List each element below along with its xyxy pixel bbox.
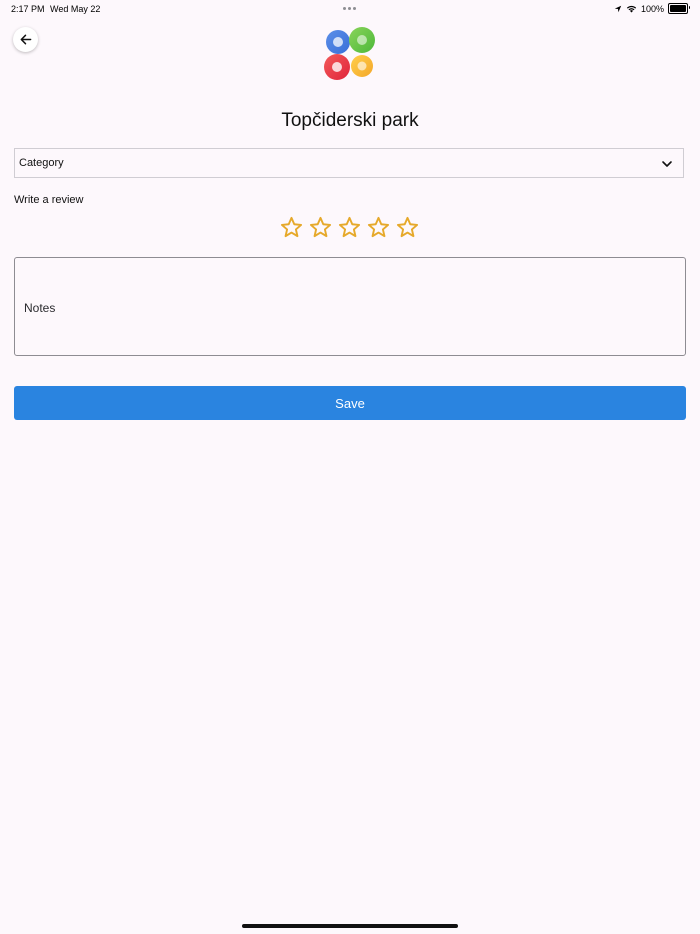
arrow-left-icon [20,34,32,45]
star-icon[interactable] [309,216,332,239]
battery-percent: 100% [640,3,664,14]
wifi-icon [626,5,637,13]
star-rating [280,216,419,239]
status-indicators: 100% [614,3,690,14]
star-icon[interactable] [396,216,419,239]
chevron-down-icon [662,161,672,167]
back-button[interactable] [13,27,38,52]
category-dropdown[interactable]: Category [14,148,684,178]
four-petal-logo-icon [324,27,375,80]
status-bar: 2:17 PM Wed May 22 100% [0,0,700,18]
notes-field[interactable]: Notes [14,257,686,356]
category-label: Category [19,157,64,169]
notes-placeholder: Notes [24,301,56,315]
multitasking-dots-icon[interactable] [343,7,356,10]
status-time: 2:17 PM [11,4,45,14]
write-review-label: Write a review [14,194,84,206]
battery-icon [668,3,690,14]
status-date: Wed May 22 [50,4,101,14]
location-arrow-icon [614,5,622,12]
save-button[interactable]: Save [14,386,686,420]
star-icon[interactable] [280,216,303,239]
place-title: Topčiderski park [281,110,419,131]
star-icon[interactable] [338,216,361,239]
home-indicator[interactable] [242,924,458,928]
star-icon[interactable] [367,216,390,239]
battery-fill [670,5,686,12]
